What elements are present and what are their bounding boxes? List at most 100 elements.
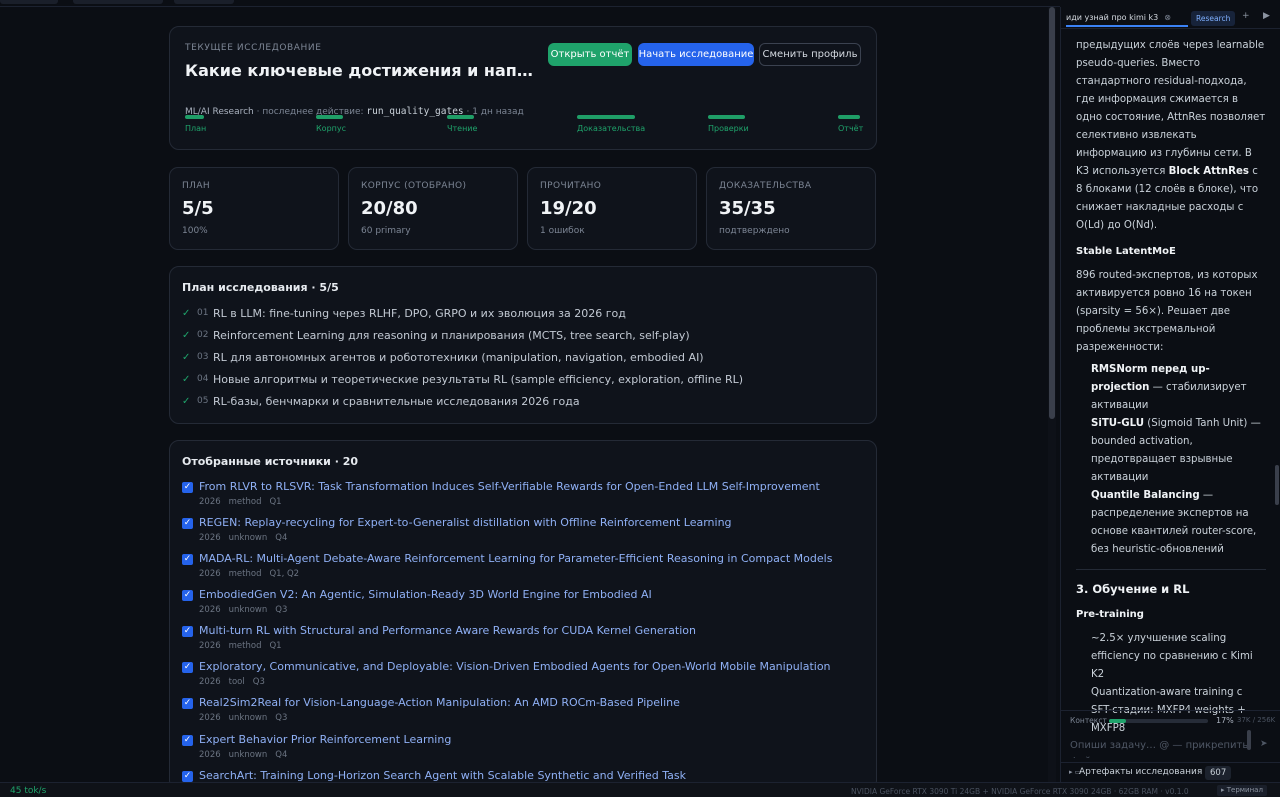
source-type: method xyxy=(228,497,262,507)
check-icon: ✓ xyxy=(182,395,191,407)
terminal-button[interactable]: ▸ Терминал xyxy=(1217,785,1267,796)
mode-badge[interactable]: Research xyxy=(1191,11,1236,26)
checkbox-icon[interactable]: ✓ xyxy=(182,518,193,529)
step-checks: Проверки xyxy=(708,115,749,133)
source-meta: 2026 method Q1 xyxy=(199,641,290,651)
step-corpus: Корпус xyxy=(316,115,346,133)
stat-label: ДОКАЗАТЕЛЬСТВА xyxy=(719,181,812,191)
research-plan-card: План исследования · 5/5 ✓ 01 RL в LLM: fin… xyxy=(169,266,877,424)
header-overline: ТЕКУЩЕЕ ИССЛЕДОВАНИЕ xyxy=(185,43,322,53)
send-icon[interactable]: ➤ xyxy=(1260,739,1268,749)
source-meta: 2026 unknown Q4 xyxy=(199,533,295,543)
main-scrollbar[interactable] xyxy=(1048,7,1056,782)
play-icon[interactable]: ▶ xyxy=(1263,11,1270,21)
step-label: Чтение xyxy=(447,124,478,133)
input-scrollbar[interactable] xyxy=(1247,730,1251,750)
checkbox-icon[interactable]: ✓ xyxy=(182,554,193,565)
source-year: 2026 xyxy=(199,750,221,760)
stat-sub: 100% xyxy=(182,226,208,236)
check-icon: ✓ xyxy=(182,351,191,363)
step-plan: План xyxy=(185,115,206,133)
checkbox-icon[interactable]: ✓ xyxy=(182,698,193,709)
checkbox-icon[interactable]: ✓ xyxy=(182,482,193,493)
chat-scrollbar-thumb[interactable] xyxy=(1275,465,1279,505)
chat-heading: Pre-training xyxy=(1076,609,1144,620)
chat-bold: SiTU-GLU xyxy=(1091,418,1145,429)
plus-icon[interactable]: + xyxy=(1242,11,1250,21)
chat-text: предыдущих слоёв через learnable pseudo-… xyxy=(1076,40,1266,177)
stat-value: 20/80 xyxy=(361,198,418,219)
check-icon: ✓ xyxy=(182,307,191,319)
source-questions: Q3 xyxy=(275,713,288,723)
context-tokens: 37K / 256K xyxy=(1237,716,1276,724)
source-title-link[interactable]: Multi-turn RL with Structural and Perfor… xyxy=(199,624,696,637)
source-meta: 2026 unknown Q3 xyxy=(199,713,295,723)
artifacts-row[interactable]: ▸ ▭ Артефакты исследования 607 xyxy=(1061,762,1280,782)
source-meta: 2026 unknown Q3 xyxy=(199,605,295,615)
source-year: 2026 xyxy=(199,605,221,615)
scrollbar-thumb[interactable] xyxy=(1049,7,1055,419)
stat-read: ПРОЧИТАНО 19/20 1 ошибок xyxy=(527,167,697,250)
divider xyxy=(1076,569,1266,570)
source-title-link[interactable]: MADA-RL: Multi-Agent Debate-Aware Reinfo… xyxy=(199,552,832,565)
source-title-link[interactable]: EmbodiedGen V2: An Agentic, Simulation-R… xyxy=(199,588,652,601)
source-questions: Q3 xyxy=(252,677,265,687)
start-research-button[interactable]: Начать исследование xyxy=(638,43,754,66)
step-label: План xyxy=(185,124,207,133)
chat-list-item: ~2.5× улучшение scaling efficiency по ср… xyxy=(1091,633,1253,680)
plan-title: План исследования · 5/5 xyxy=(182,281,339,294)
plan-item-text: RL для автономных агентов и робототехник… xyxy=(213,350,704,364)
checkbox-icon[interactable]: ✓ xyxy=(182,626,193,637)
step-label: Доказательства xyxy=(577,124,646,133)
plan-item-text: Reinforcement Learning для reasoning и п… xyxy=(213,328,690,342)
chat-input[interactable]: Опиши задачу… @ — прикрепить файл xyxy=(1070,738,1250,758)
chat-paragraph: предыдущих слоёв через learnable pseudo-… xyxy=(1076,37,1266,235)
source-questions: Q3 xyxy=(275,605,288,615)
source-type: unknown xyxy=(228,533,268,543)
plan-item: ✓ 05 RL-базы, бенчмарки и сравнительные ис… xyxy=(182,393,580,409)
check-icon: ✓ xyxy=(182,373,191,385)
source-title-link[interactable]: Exploratory, Communicative, and Deployab… xyxy=(199,660,831,673)
checkbox-icon[interactable]: ✓ xyxy=(182,735,193,746)
open-report-button[interactable]: Открыть отчёт xyxy=(548,43,632,66)
top-tab[interactable] xyxy=(73,0,163,4)
plan-item: ✓ 02 Reinforcement Learning для reasoning … xyxy=(182,327,690,343)
chat-side-panel: иди узнай про kimi k3 ⊗ Research + ▶ пред… xyxy=(1060,7,1280,782)
top-tab[interactable] xyxy=(174,0,234,4)
plan-item-number: 03 xyxy=(197,352,209,362)
checkbox-icon[interactable]: ✓ xyxy=(182,771,193,782)
stat-label: КОРПУС (ОТОБРАНО) xyxy=(361,181,467,191)
source-type: unknown xyxy=(228,605,268,615)
source-type: tool xyxy=(228,677,245,687)
chat-tab[interactable]: иди узнай про kimi k3 ⊗ xyxy=(1066,9,1188,27)
plan-item: ✓ 01 RL в LLM: fine-tuning через RLHF, DPO… xyxy=(182,305,626,321)
chat-message-content: предыдущих слоёв через learnable pseudo-… xyxy=(1076,37,1266,738)
tokens-per-second: 45 tok/s xyxy=(10,786,47,796)
sources-title: Отобранные источники · 20 xyxy=(182,455,359,468)
source-title-link[interactable]: Real2Sim2Real for Vision-Language-Action… xyxy=(199,696,680,709)
change-profile-button[interactable]: Сменить профиль xyxy=(759,43,861,66)
checkbox-icon[interactable]: ✓ xyxy=(182,662,193,673)
source-title-link[interactable]: REGEN: Replay-recycling for Expert-to-Ge… xyxy=(199,516,732,529)
stat-label: ПРОЧИТАНО xyxy=(540,181,602,191)
context-bar-fill xyxy=(1109,719,1126,723)
checkbox-icon[interactable]: ✓ xyxy=(182,590,193,601)
source-title-link[interactable]: From RLVR to RLSVR: Task Transformation … xyxy=(199,480,820,493)
source-year: 2026 xyxy=(199,641,221,651)
close-icon[interactable]: ⊗ xyxy=(1164,13,1171,22)
source-title-link[interactable]: SearchArt: Training Long-Horizon Search … xyxy=(199,769,686,782)
artifacts-count: 607 xyxy=(1205,766,1232,780)
source-title-link[interactable]: Expert Behavior Prior Reinforcement Lear… xyxy=(199,733,451,746)
research-main-panel: ТЕКУЩЕЕ ИССЛЕДОВАНИЕ Какие ключевые дост… xyxy=(0,7,1046,782)
stat-corpus: КОРПУС (ОТОБРАНО) 20/80 60 primary xyxy=(348,167,518,250)
context-bar xyxy=(1109,719,1208,723)
plan-item-number: 02 xyxy=(197,330,209,340)
top-tab[interactable] xyxy=(0,0,58,4)
source-year: 2026 xyxy=(199,677,221,687)
chat-list-item: RMSNorm перед up-projection — стабилизир… xyxy=(1076,361,1266,415)
chat-tab-bar: иди узнай про kimi k3 ⊗ Research + ▶ xyxy=(1061,7,1280,29)
selected-sources-card: Отобранные источники · 20 ✓ From RLVR to… xyxy=(169,440,877,782)
stat-evidence: ДОКАЗАТЕЛЬСТВА 35/35 подтверждено xyxy=(706,167,876,250)
hardware-info: NVIDIA GeForce RTX 3090 Ti 24GB + NVIDIA… xyxy=(851,787,1189,796)
context-percent: 17% xyxy=(1216,716,1234,725)
